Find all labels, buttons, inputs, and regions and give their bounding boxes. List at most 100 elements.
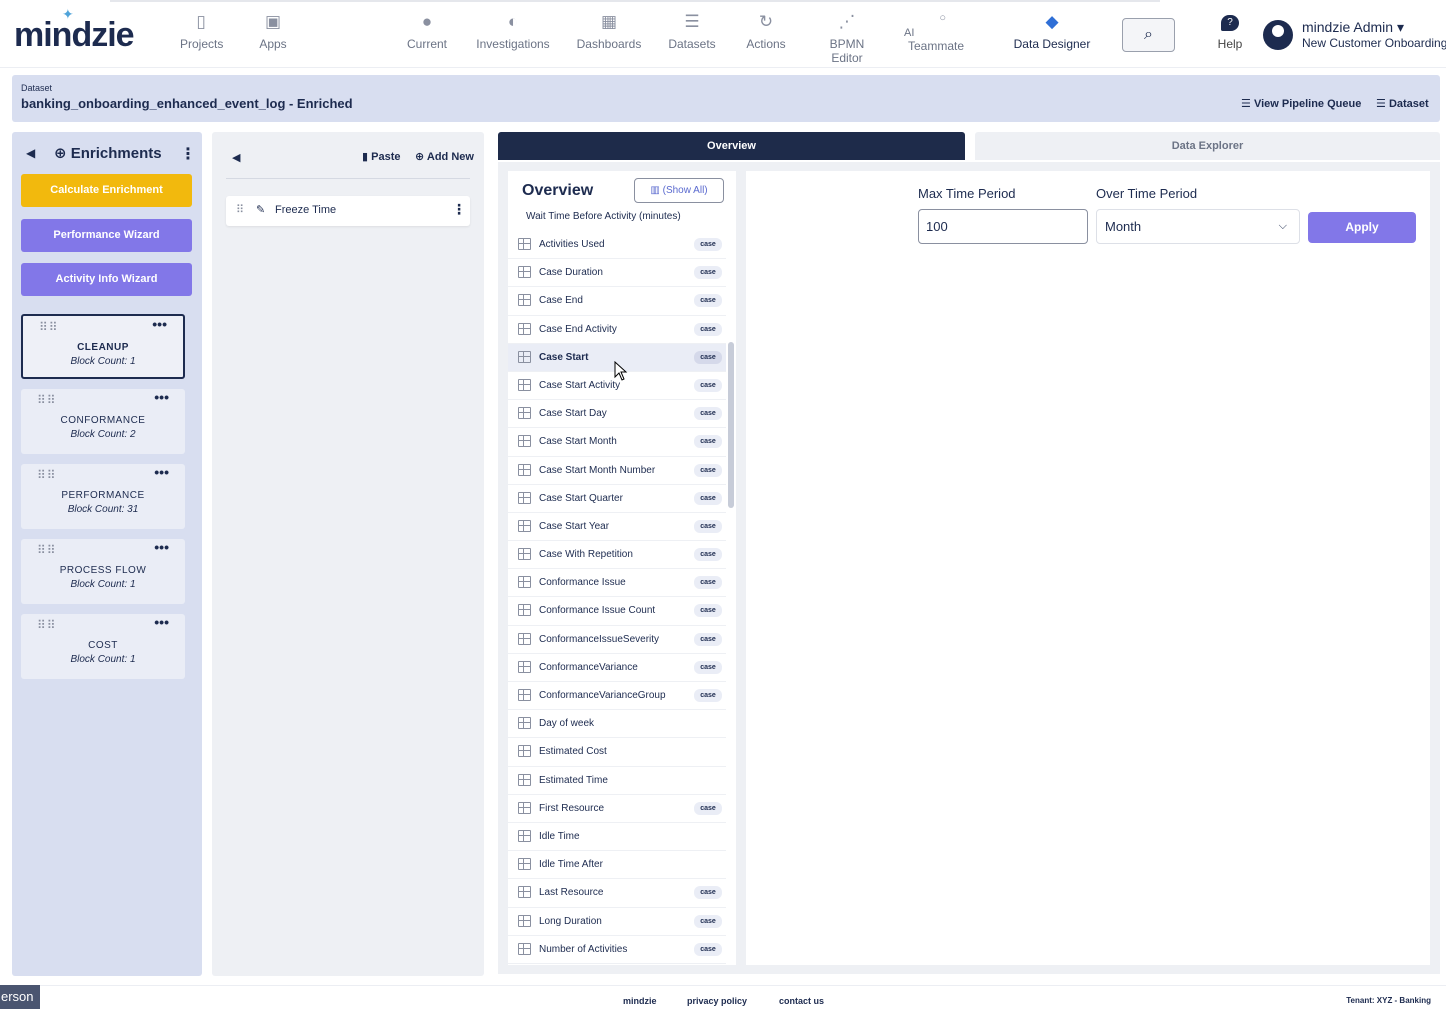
- drag-handle-icon[interactable]: ⠿⠿: [37, 618, 57, 632]
- nav-apps[interactable]: ▣ Apps: [256, 12, 290, 51]
- block-cost[interactable]: ⠿⠿ ••• COST Block Count: 1: [21, 614, 185, 679]
- table-grid-icon: [518, 519, 531, 532]
- case-badge: case: [694, 886, 722, 900]
- table-grid-icon: [518, 660, 531, 673]
- list-item[interactable]: Case Start Month Number case: [508, 457, 726, 485]
- list-item-partial[interactable]: Wait Time Before Activity (minutes): [526, 211, 681, 222]
- list-item[interactable]: Activities Used case: [508, 231, 726, 260]
- list-item-label: Conformance Issue: [539, 577, 626, 589]
- attribute-list: Activities Used case Case Duration case Case…: [508, 231, 726, 964]
- nav-bpmn-editor[interactable]: ⋰ BPMN Editor: [814, 12, 880, 65]
- table-grid-icon: [518, 801, 531, 814]
- apply-button[interactable]: Apply: [1308, 212, 1416, 243]
- enrichments-title[interactable]: ⊕ Enrichments: [54, 144, 162, 162]
- drag-handle-icon[interactable]: ⠿: [236, 203, 244, 216]
- list-item-label: Case Duration: [539, 267, 603, 279]
- scrollbar[interactable]: [728, 342, 734, 508]
- enrichments-header: ◀ ⊕ Enrichments ⋮: [22, 144, 196, 166]
- privacy-policy-link[interactable]: privacy policy: [687, 996, 747, 1006]
- more-options-icon[interactable]: •••: [154, 464, 169, 480]
- list-item-label: Case End: [539, 295, 583, 307]
- list-item[interactable]: ConformanceIssueSeverity case: [508, 626, 726, 654]
- list-item[interactable]: Case With Repetition case: [508, 541, 726, 570]
- nav-datasets[interactable]: ☰ Datasets: [667, 12, 717, 51]
- more-options-icon[interactable]: •••: [154, 614, 169, 630]
- nav-current[interactable]: ● Current: [404, 12, 450, 51]
- block-conformance[interactable]: ⠿⠿ ••• CONFORMANCE Block Count: 2: [21, 389, 185, 454]
- nav-projects[interactable]: ▯ Projects: [180, 12, 223, 51]
- list-item[interactable]: Conformance Issue Count case: [508, 597, 726, 626]
- case-badge: case: [694, 294, 722, 308]
- list-item[interactable]: Case Start Day case: [508, 400, 726, 429]
- pipeline-item-freeze-time[interactable]: ⠿ ✎ Freeze Time ⋮: [226, 196, 470, 226]
- more-options-icon[interactable]: •••: [152, 316, 167, 332]
- list-item[interactable]: Case End case: [508, 287, 726, 316]
- block-performance[interactable]: ⠿⠿ ••• PERFORMANCE Block Count: 31: [21, 464, 185, 529]
- block-cleanup[interactable]: ⠿⠿ ••• CLEANUP Block Count: 1: [21, 314, 185, 379]
- clipboard-icon: ▮: [362, 151, 369, 163]
- drag-handle-icon[interactable]: ⠿⠿: [39, 320, 59, 334]
- case-badge: case: [694, 322, 722, 336]
- plus-circle-icon: ⊕: [54, 145, 67, 162]
- list-item[interactable]: Conformance Issue case: [508, 569, 726, 598]
- more-options-icon[interactable]: •••: [154, 389, 169, 405]
- activity-info-wizard-button[interactable]: Activity Info Wizard: [21, 263, 192, 296]
- nav-ai-teammate[interactable]: ○ AI Teammate: [904, 12, 968, 53]
- list-item[interactable]: ConformanceVarianceGroup case: [508, 682, 726, 711]
- collapse-left-icon[interactable]: ◀: [232, 151, 240, 164]
- list-item[interactable]: Last Resource case: [508, 879, 726, 908]
- tab-data-explorer[interactable]: Data Explorer: [975, 132, 1440, 160]
- list-item[interactable]: Case Start Month case: [508, 428, 726, 457]
- list-item[interactable]: ConformanceVariance case: [508, 654, 726, 682]
- list-item[interactable]: Day of week: [508, 710, 726, 739]
- mindzie-logo[interactable]: ✦ mindzie: [14, 6, 135, 55]
- performance-wizard-button[interactable]: Performance Wizard: [21, 219, 192, 252]
- block-process-flow[interactable]: ⠿⠿ ••• PROCESS FLOW Block Count: 1: [21, 539, 185, 604]
- help-button[interactable]: ? Help: [1212, 14, 1248, 51]
- list-item[interactable]: Idle Time After: [508, 851, 726, 880]
- drag-handle-icon[interactable]: ⠿⠿: [37, 468, 57, 482]
- calculate-enrichment-button[interactable]: Calculate Enrichment: [21, 174, 192, 207]
- kebab-menu-icon[interactable]: ⋮: [452, 201, 466, 218]
- contact-us-link[interactable]: contact us: [779, 996, 824, 1006]
- drag-handle-icon[interactable]: ⠿⠿: [37, 393, 57, 407]
- list-item[interactable]: Number of Activities case: [508, 936, 726, 964]
- nav-actions[interactable]: ↻ Actions: [745, 12, 787, 51]
- brush-icon: ✎: [256, 204, 266, 216]
- person-tab[interactable]: erson: [0, 985, 40, 1009]
- list-item[interactable]: Case Duration case: [508, 259, 726, 288]
- case-badge: case: [694, 519, 722, 533]
- tab-overview[interactable]: Overview: [498, 132, 965, 160]
- list-item[interactable]: Long Duration case: [508, 908, 726, 936]
- nav-data-designer[interactable]: ◆ Data Designer: [1012, 12, 1092, 51]
- nav-investigations[interactable]: ◐ Investigations: [474, 12, 552, 51]
- show-all-button[interactable]: ▥ (Show All): [634, 178, 724, 203]
- list-item[interactable]: Case End Activity case: [508, 316, 726, 344]
- table-grid-icon: [518, 858, 531, 871]
- over-time-period-select[interactable]: Month ⌵: [1096, 209, 1300, 244]
- table-grid-icon: [518, 435, 531, 448]
- view-pipeline-queue-link[interactable]: ☰ View Pipeline Queue: [1241, 97, 1361, 110]
- paste-button[interactable]: ▮ Paste: [362, 150, 400, 163]
- list-item[interactable]: Case Start Quarter case: [508, 485, 726, 513]
- list-item[interactable]: Estimated Cost: [508, 738, 726, 767]
- drag-handle-icon[interactable]: ⠿⠿: [37, 543, 57, 557]
- search-button[interactable]: ⌕: [1122, 18, 1175, 52]
- table-grid-icon: [518, 378, 531, 391]
- dataset-link[interactable]: ☰ Dataset: [1376, 97, 1429, 110]
- table-grid-icon: [518, 350, 531, 363]
- list-item[interactable]: First Resource case: [508, 795, 726, 823]
- kebab-menu-icon[interactable]: ⋮: [180, 144, 196, 164]
- top-navigation: ✦ mindzie ▯ Projects ▣ Apps ● Current ◐ …: [0, 0, 1446, 68]
- nav-dashboards[interactable]: ▦ Dashboards: [576, 12, 642, 51]
- plus-circle-icon: ⊕: [415, 151, 425, 163]
- list-item[interactable]: Idle Time: [508, 823, 726, 852]
- list-item[interactable]: Case Start Year case: [508, 513, 726, 542]
- collapse-left-icon[interactable]: ◀: [26, 146, 35, 160]
- overview-panel: Overview ▥ (Show All) Wait Time Before A…: [508, 171, 736, 965]
- footer-brand-link[interactable]: mindzie: [623, 996, 657, 1006]
- list-item[interactable]: Estimated Time: [508, 767, 726, 795]
- max-time-period-input[interactable]: [918, 209, 1088, 244]
- add-new-button[interactable]: ⊕ Add New: [415, 150, 474, 163]
- more-options-icon[interactable]: •••: [154, 539, 169, 555]
